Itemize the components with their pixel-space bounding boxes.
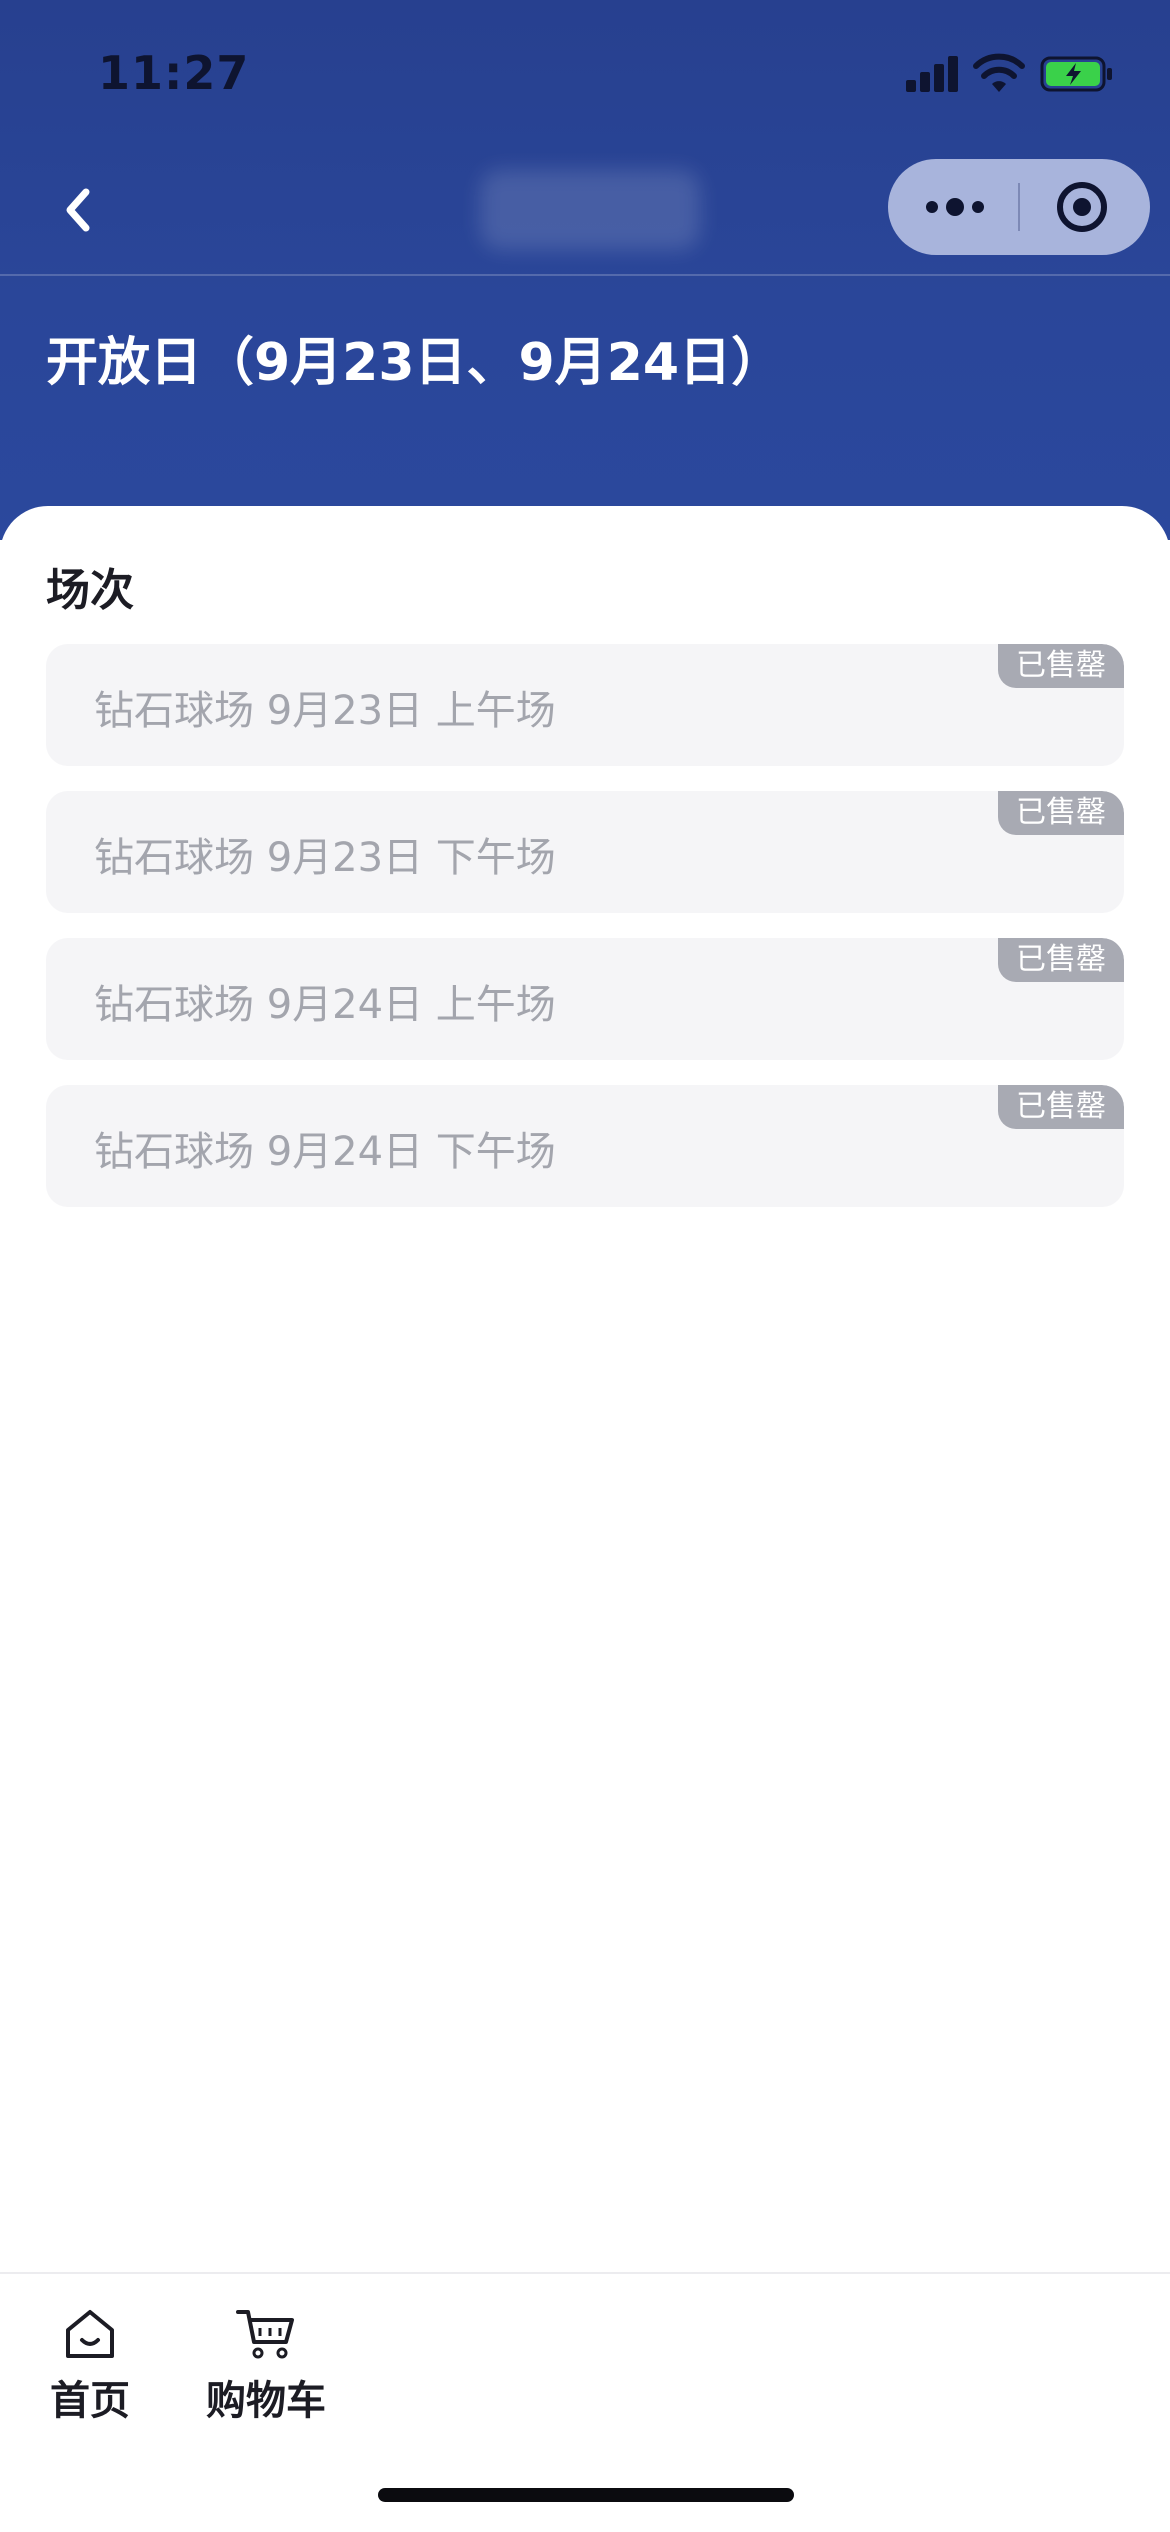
status-bar: 11:27 — [0, 0, 1170, 140]
tab-home-label: 首页 — [50, 2378, 130, 2424]
shopping-cart-icon — [236, 2310, 294, 2359]
tab-home[interactable]: 首页 — [40, 2306, 140, 2426]
nav-divider — [0, 274, 1170, 276]
session-label: 钻石球场 9月24日 上午场 — [94, 982, 556, 1028]
status-time: 11:27 — [98, 46, 250, 100]
content-panel: 场次 钻石球场 9月23日 上午场 已售罄 钻石球场 9月23日 下午场 已售罄… — [0, 506, 1170, 2272]
sold-out-badge: 已售罄 — [998, 938, 1124, 982]
more-dots-icon[interactable] — [888, 159, 1018, 255]
session-item[interactable]: 钻石球场 9月23日 上午场 已售罄 — [46, 644, 1124, 766]
back-button[interactable] — [50, 178, 110, 242]
session-label: 钻石球场 9月23日 下午场 — [94, 835, 556, 881]
tab-cart[interactable]: 购物车 — [196, 2306, 336, 2426]
session-item[interactable]: 钻石球场 9月24日 上午场 已售罄 — [46, 938, 1124, 1060]
session-item[interactable]: 钻石球场 9月24日 下午场 已售罄 — [46, 1085, 1124, 1207]
page-title: 开放日（9月23日、9月24日） — [46, 333, 784, 393]
nav-title-blurred — [480, 170, 700, 250]
wifi-icon — [973, 53, 1025, 92]
sold-out-badge: 已售罄 — [998, 791, 1124, 835]
cellular-signal-icon — [906, 56, 960, 92]
home-icon — [66, 2310, 114, 2358]
home-indicator — [378, 2488, 794, 2502]
section-title: 场次 — [46, 565, 134, 616]
sold-out-badge: 已售罄 — [998, 1085, 1124, 1129]
target-circle-icon[interactable] — [1020, 159, 1150, 255]
mini-program-capsule — [888, 159, 1150, 255]
battery-charging-icon — [1040, 56, 1112, 92]
session-label: 钻石球场 9月24日 下午场 — [94, 1129, 556, 1175]
tab-cart-label: 购物车 — [206, 2378, 326, 2424]
session-item[interactable]: 钻石球场 9月23日 下午场 已售罄 — [46, 791, 1124, 913]
session-label: 钻石球场 9月23日 上午场 — [94, 688, 556, 734]
sold-out-badge: 已售罄 — [998, 644, 1124, 688]
screen: 11:27 开放日（9月23日、9月24日） 场次 钻石球场 9月23日 上午场… — [0, 0, 1170, 2532]
header: 11:27 开放日（9月23日、9月24日） — [0, 0, 1170, 540]
navigation-bar — [0, 150, 1170, 274]
session-list: 钻石球场 9月23日 上午场 已售罄 钻石球场 9月23日 下午场 已售罄 钻石… — [46, 644, 1124, 1232]
